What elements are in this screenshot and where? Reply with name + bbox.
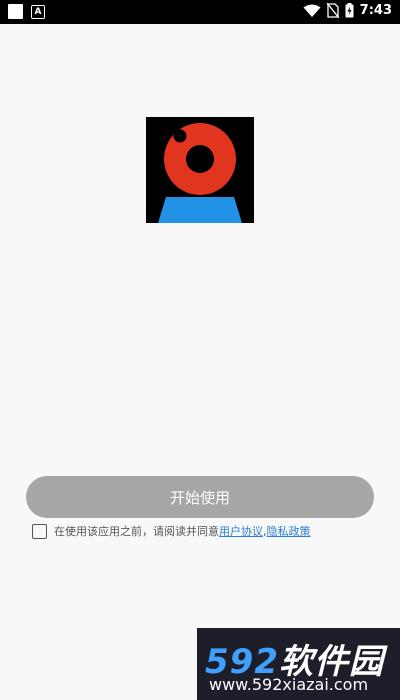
camera-lens-icon: [158, 123, 242, 223]
status-bar: A 7:43: [0, 0, 400, 24]
agreement-checkbox[interactable]: [32, 523, 47, 539]
battery-charging-icon: [345, 3, 354, 18]
a-icon: A: [31, 4, 45, 19]
watermark-url: www.592xiazai.com: [209, 675, 369, 694]
no-sim-icon: [326, 3, 339, 18]
wifi-icon: [303, 4, 321, 17]
start-button-label: 开始使用: [169, 488, 230, 507]
agreement-text: 在使用该应用之前，请阅读并同意: [54, 525, 219, 538]
watermark: 592软件园 www.592xiazai.com: [197, 628, 400, 700]
status-left: A: [8, 4, 45, 19]
privacy-policy-link[interactable]: 隐私政策: [267, 523, 311, 539]
agreement-row: 在使用该应用之前，请阅读并同意 用户协议 , 隐私政策: [32, 523, 311, 539]
app-screen: A 7:43 开始使用 在使用该应用之前，请阅读并同意 用户协议 , 隐私政策 …: [0, 0, 400, 700]
start-button[interactable]: 开始使用: [26, 476, 374, 518]
status-right: 7:43: [303, 3, 392, 18]
user-agreement-link[interactable]: 用户协议: [219, 523, 263, 539]
square-icon: [8, 4, 23, 19]
status-time: 7:43: [359, 3, 392, 18]
app-logo: [146, 117, 254, 223]
